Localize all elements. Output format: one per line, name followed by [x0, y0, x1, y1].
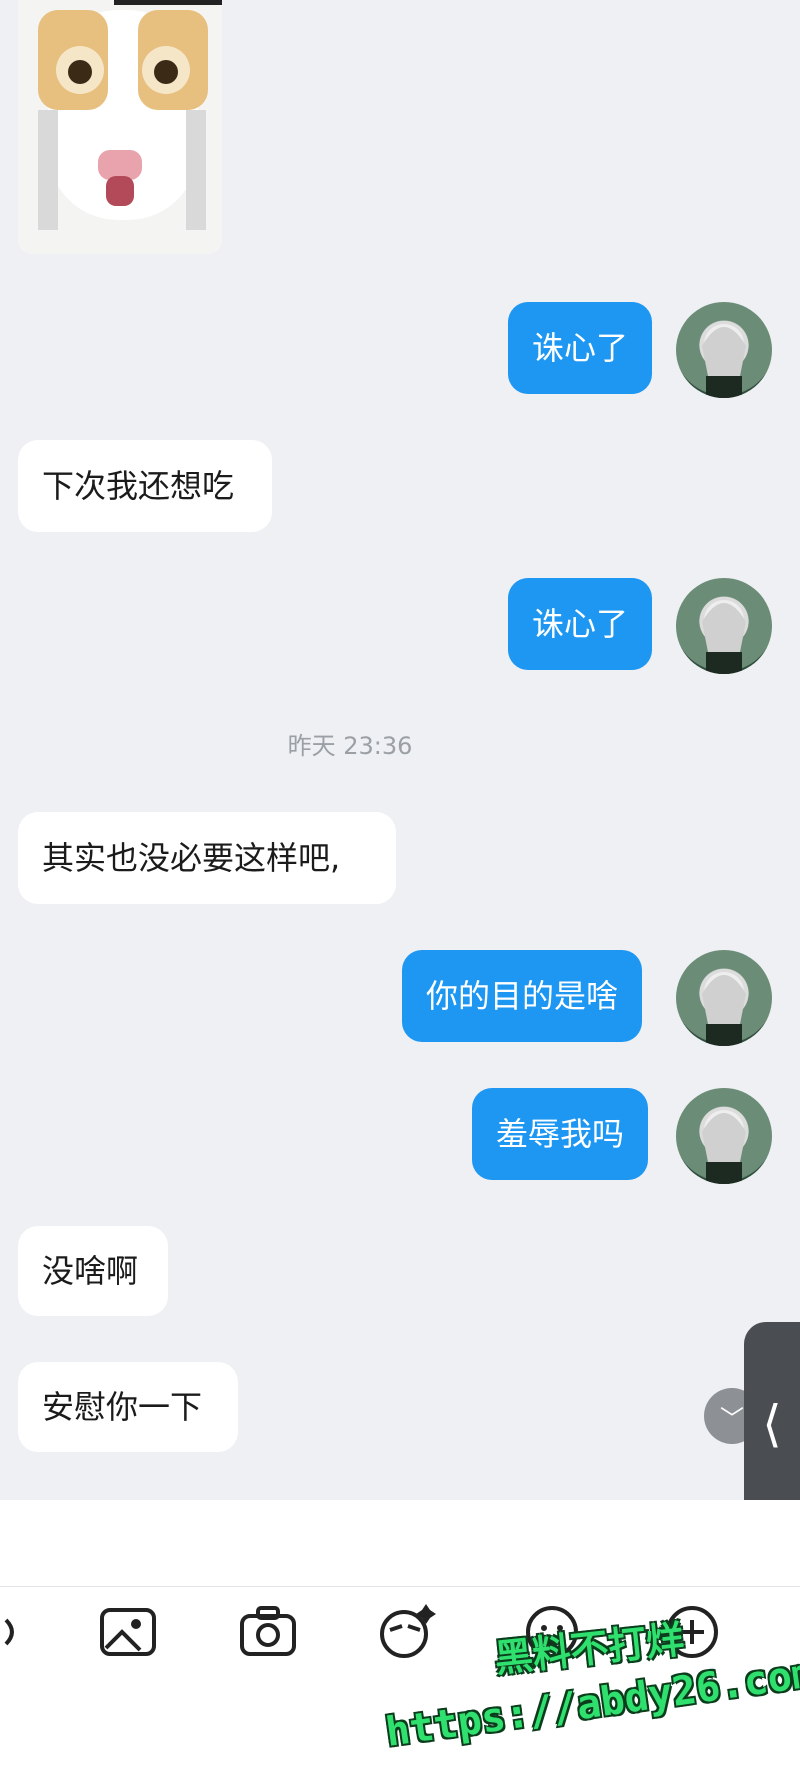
message-bubble-incoming[interactable]: 安慰你一下 [18, 1362, 238, 1452]
message-bubble-outgoing[interactable]: 诛心了 [508, 578, 653, 670]
avatar[interactable] [676, 1088, 772, 1184]
message-bubble-incoming[interactable]: 没啥啊 [18, 1226, 168, 1316]
avatar[interactable] [676, 578, 772, 674]
message-bubble-incoming[interactable]: 其实也没必要这样吧, [18, 812, 396, 904]
hamster-sticker[interactable] [18, 0, 222, 254]
sticker-icon[interactable] [374, 1600, 438, 1664]
message-bubble-outgoing[interactable]: 羞辱我吗 [472, 1088, 649, 1180]
side-panel-toggle[interactable]: ⟨ [744, 1322, 800, 1526]
message-input[interactable] [0, 1500, 800, 1587]
chat-history: 诛心了 下次我还想吃 诛心了 昨天 23:36 其实也没必要这样吧, 你的目的是… [0, 0, 800, 1526]
camera-icon[interactable] [236, 1600, 300, 1664]
message-bubble-outgoing[interactable]: 你的目的是啥 [402, 950, 643, 1042]
message-timestamp: 昨天 23:36 [287, 732, 413, 760]
message-bubble-incoming[interactable]: 下次我还想吃 [18, 440, 272, 532]
avatar[interactable] [676, 950, 772, 1046]
image-icon[interactable] [96, 1600, 160, 1664]
message-bubble-outgoing[interactable]: 诛心了 [508, 302, 653, 394]
avatar[interactable] [676, 302, 772, 398]
voice-icon[interactable] [0, 1600, 34, 1664]
